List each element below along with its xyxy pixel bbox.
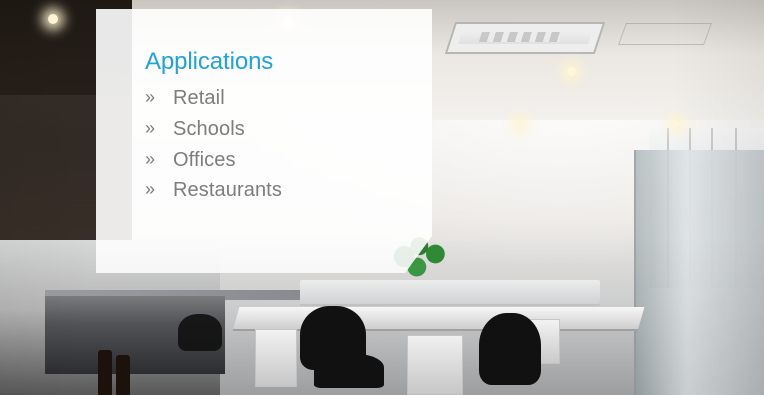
list-item-restaurants: » Restaurants	[145, 175, 385, 206]
desk-divider	[300, 280, 600, 306]
file-cabinet	[407, 335, 463, 395]
glass-partition	[634, 150, 764, 395]
file-cabinet	[255, 329, 297, 387]
applications-panel: Applications » Retail » Schools » Office…	[96, 9, 432, 273]
ceiling-vent	[444, 22, 606, 54]
office-background: Applications » Retail » Schools » Office…	[0, 0, 764, 395]
double-chevron-icon: »	[145, 87, 156, 108]
ceiling-light	[674, 121, 680, 127]
double-chevron-icon: »	[145, 179, 156, 200]
applications-list: » Retail » Schools » Offices » Restauran…	[145, 83, 385, 205]
list-item-label: Restaurants	[173, 179, 282, 202]
office-chair	[178, 314, 222, 351]
wine-bottles	[92, 336, 136, 395]
ceiling-light	[567, 67, 576, 76]
applications-heading: Applications	[145, 48, 274, 75]
ceiling-light	[48, 14, 58, 24]
ceiling-panel	[617, 23, 713, 45]
list-item-label: Schools	[173, 117, 245, 140]
office-desk	[232, 307, 645, 331]
list-item-label: Retail	[173, 87, 225, 110]
office-chair	[314, 354, 384, 388]
list-item-schools: » Schools	[145, 114, 385, 145]
office-chair	[479, 313, 541, 385]
double-chevron-icon: »	[145, 148, 156, 169]
double-chevron-icon: »	[145, 117, 156, 138]
ceiling-light	[517, 121, 523, 127]
list-item-retail: » Retail	[145, 83, 385, 114]
applications-content: Applications » Retail » Schools » Office…	[145, 48, 385, 206]
list-item-offices: » Offices	[145, 145, 385, 176]
list-item-label: Offices	[173, 148, 236, 171]
